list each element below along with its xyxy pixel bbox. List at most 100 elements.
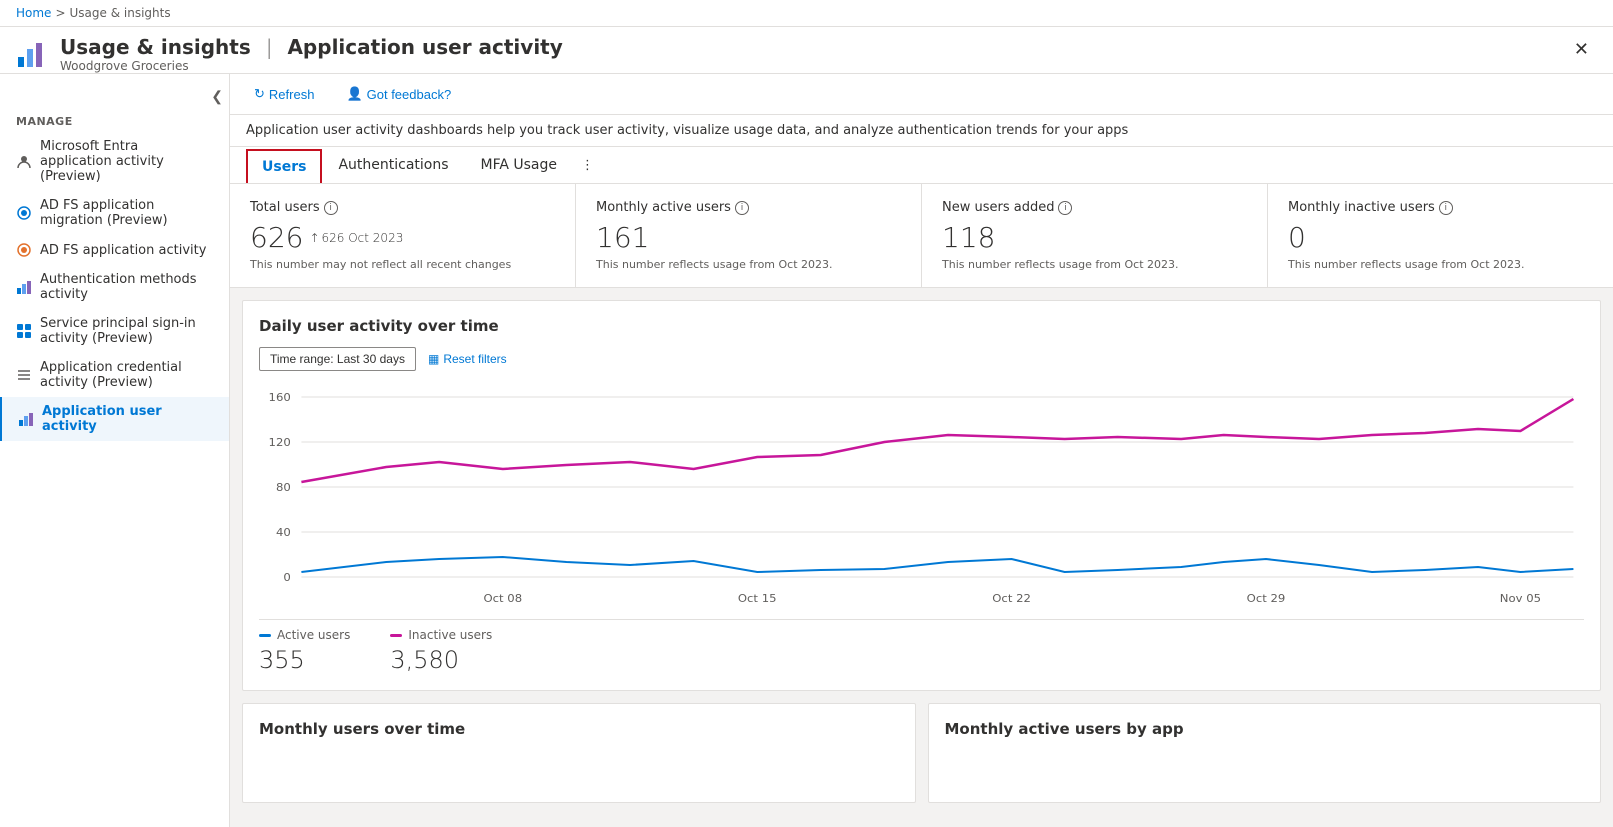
sidebar-item-adfs-activity-label: AD FS application activity <box>40 243 206 258</box>
filter-icon: ▦ <box>428 352 439 366</box>
adfs-migrate-icon <box>16 205 32 221</box>
close-button[interactable]: ✕ <box>1566 35 1597 64</box>
stat-new-users-note: This number reflects usage from Oct 2023… <box>942 258 1247 271</box>
sidebar-item-entra-app-label: Microsoft Entra application activity (Pr… <box>40 139 213 184</box>
sidebar-section-title: Manage <box>0 107 229 132</box>
page-title: Usage & insights | Application user acti… <box>60 35 563 59</box>
svg-text:Nov 05: Nov 05 <box>1500 591 1541 605</box>
sidebar-item-adfs-activity[interactable]: AD FS application activity <box>0 235 229 265</box>
active-users-legend-value: 355 <box>259 646 350 674</box>
feedback-icon: 👤 <box>346 86 362 102</box>
sidebar-item-adfs-migrate[interactable]: AD FS application migration (Preview) <box>0 191 229 235</box>
stat-new-users: New users added i 118 This number reflec… <box>922 184 1268 287</box>
stat-monthly-active-value: 161 <box>596 221 901 254</box>
list-icon <box>16 367 32 383</box>
reset-filters-label: Reset filters <box>443 352 506 366</box>
monthly-users-title: Monthly users over time <box>259 720 899 738</box>
total-users-info-icon[interactable]: i <box>324 201 338 215</box>
svg-text:Oct 29: Oct 29 <box>1247 591 1286 605</box>
svg-text:0: 0 <box>283 570 290 584</box>
sidebar-item-auth-methods[interactable]: Authentication methods activity <box>0 265 229 309</box>
header-subtitle: Woodgrove Groceries <box>60 59 563 73</box>
tab-authentications[interactable]: Authentications <box>322 147 464 183</box>
app-icon <box>16 39 48 71</box>
breadcrumb: Home > Usage & insights <box>16 6 171 20</box>
svg-text:160: 160 <box>269 390 291 404</box>
stat-monthly-active-note: This number reflects usage from Oct 2023… <box>596 258 901 271</box>
info-text: Application user activity dashboards hel… <box>246 123 1128 138</box>
person-icon <box>16 154 32 170</box>
stat-new-users-label: New users added i <box>942 200 1247 215</box>
tab-users-label: Users <box>262 159 306 175</box>
header-title-block: Usage & insights | Application user acti… <box>60 35 563 73</box>
tab-authentications-label: Authentications <box>338 157 448 173</box>
refresh-label: Refresh <box>269 87 315 102</box>
feedback-label: Got feedback? <box>367 87 452 102</box>
adfs-activity-icon <box>16 242 32 258</box>
sidebar-item-app-credential[interactable]: Application credential activity (Preview… <box>0 353 229 397</box>
sidebar-item-adfs-migrate-label: AD FS application migration (Preview) <box>40 198 213 228</box>
tabs-bar: Users Authentications MFA Usage ⋮ <box>230 147 1613 184</box>
stat-monthly-active: Monthly active users i 161 This number r… <box>576 184 922 287</box>
sidebar-item-app-user-activity[interactable]: Application user activity <box>0 397 229 441</box>
sidebar-item-service-principal-label: Service principal sign-in activity (Prev… <box>40 316 213 346</box>
sidebar-item-app-user-label: Application user activity <box>42 404 213 434</box>
svg-text:Oct 08: Oct 08 <box>483 591 522 605</box>
chart-controls: Time range: Last 30 days ▦ Reset filters <box>259 347 1584 371</box>
stat-total-label: Total users i <box>250 200 555 215</box>
stat-monthly-inactive: Monthly inactive users i 0 This number r… <box>1268 184 1613 287</box>
sidebar-item-service-principal[interactable]: Service principal sign-in activity (Prev… <box>0 309 229 353</box>
chart-legend: Active users 355 Inactive users 3,580 <box>259 619 1584 674</box>
sidebar-collapse-button[interactable]: ❮ <box>205 86 229 107</box>
stats-row: Total users i 626 ↑ 626 Oct 2023 This nu… <box>230 184 1613 288</box>
svg-text:40: 40 <box>276 525 291 539</box>
breadcrumb-home[interactable]: Home <box>16 6 51 20</box>
bottom-card-monthly-active-by-app: Monthly active users by app <box>928 703 1602 803</box>
reset-filters-button[interactable]: ▦ Reset filters <box>428 352 507 366</box>
time-range-button[interactable]: Time range: Last 30 days <box>259 347 416 371</box>
svg-text:80: 80 <box>276 480 291 494</box>
svg-text:Oct 15: Oct 15 <box>738 591 777 605</box>
tab-mfa-usage-label: MFA Usage <box>481 157 558 173</box>
svg-text:Oct 22: Oct 22 <box>992 591 1031 605</box>
tab-mfa-usage[interactable]: MFA Usage <box>465 147 574 183</box>
main-header: Usage & insights | Application user acti… <box>0 27 1613 74</box>
active-users-dot <box>259 634 271 637</box>
grid-icon <box>16 323 32 339</box>
bottom-section: Monthly users over time Monthly active u… <box>242 703 1601 803</box>
chart-section: Daily user activity over time Time range… <box>242 300 1601 691</box>
title-separator: | <box>266 35 273 59</box>
chart-svg: 160 120 80 40 0 Oct 08 Oct 15 Oct 22 Oct… <box>259 387 1584 607</box>
sidebar: ❮ Manage Microsoft Entra application act… <box>0 74 230 827</box>
bottom-card-monthly-users: Monthly users over time <box>242 703 916 803</box>
sidebar-item-app-credential-label: Application credential activity (Preview… <box>40 360 213 390</box>
refresh-button[interactable]: ↻ Refresh <box>246 82 322 106</box>
sidebar-item-entra-app[interactable]: Microsoft Entra application activity (Pr… <box>0 132 229 191</box>
stat-total-trend: ↑ 626 Oct 2023 <box>309 231 403 245</box>
stat-new-users-value: 118 <box>942 221 1247 254</box>
stat-total-users: Total users i 626 ↑ 626 Oct 2023 This nu… <box>230 184 576 287</box>
refresh-icon: ↻ <box>254 86 265 102</box>
stat-monthly-inactive-label: Monthly inactive users i <box>1288 200 1593 215</box>
new-users-info-icon[interactable]: i <box>1058 201 1072 215</box>
stat-monthly-active-label: Monthly active users i <box>596 200 901 215</box>
feedback-button[interactable]: 👤 Got feedback? <box>338 82 459 106</box>
layout: ❮ Manage Microsoft Entra application act… <box>0 74 1613 827</box>
monthly-inactive-info-icon[interactable]: i <box>1439 201 1453 215</box>
tab-users[interactable]: Users <box>246 149 322 183</box>
chart-title: Daily user activity over time <box>259 317 1584 335</box>
inactive-users-legend-value: 3,580 <box>390 646 492 674</box>
stat-monthly-inactive-note: This number reflects usage from Oct 2023… <box>1288 258 1593 271</box>
sidebar-item-auth-methods-label: Authentication methods activity <box>40 272 213 302</box>
stat-total-note: This number may not reflect all recent c… <box>250 258 555 271</box>
stat-total-value: 626 ↑ 626 Oct 2023 <box>250 221 555 254</box>
tab-more[interactable]: ⋮ <box>573 148 602 183</box>
svg-text:120: 120 <box>269 435 291 449</box>
monthly-active-info-icon[interactable]: i <box>735 201 749 215</box>
toolbar: ↻ Refresh 👤 Got feedback? <box>230 74 1613 115</box>
breadcrumb-sep: > <box>55 6 65 20</box>
content-area: ↻ Refresh 👤 Got feedback? Application us… <box>230 74 1613 827</box>
legend-inactive-users: Inactive users 3,580 <box>390 628 492 674</box>
monthly-active-by-app-title: Monthly active users by app <box>945 720 1585 738</box>
breadcrumb-bar: Home > Usage & insights <box>0 0 1613 27</box>
